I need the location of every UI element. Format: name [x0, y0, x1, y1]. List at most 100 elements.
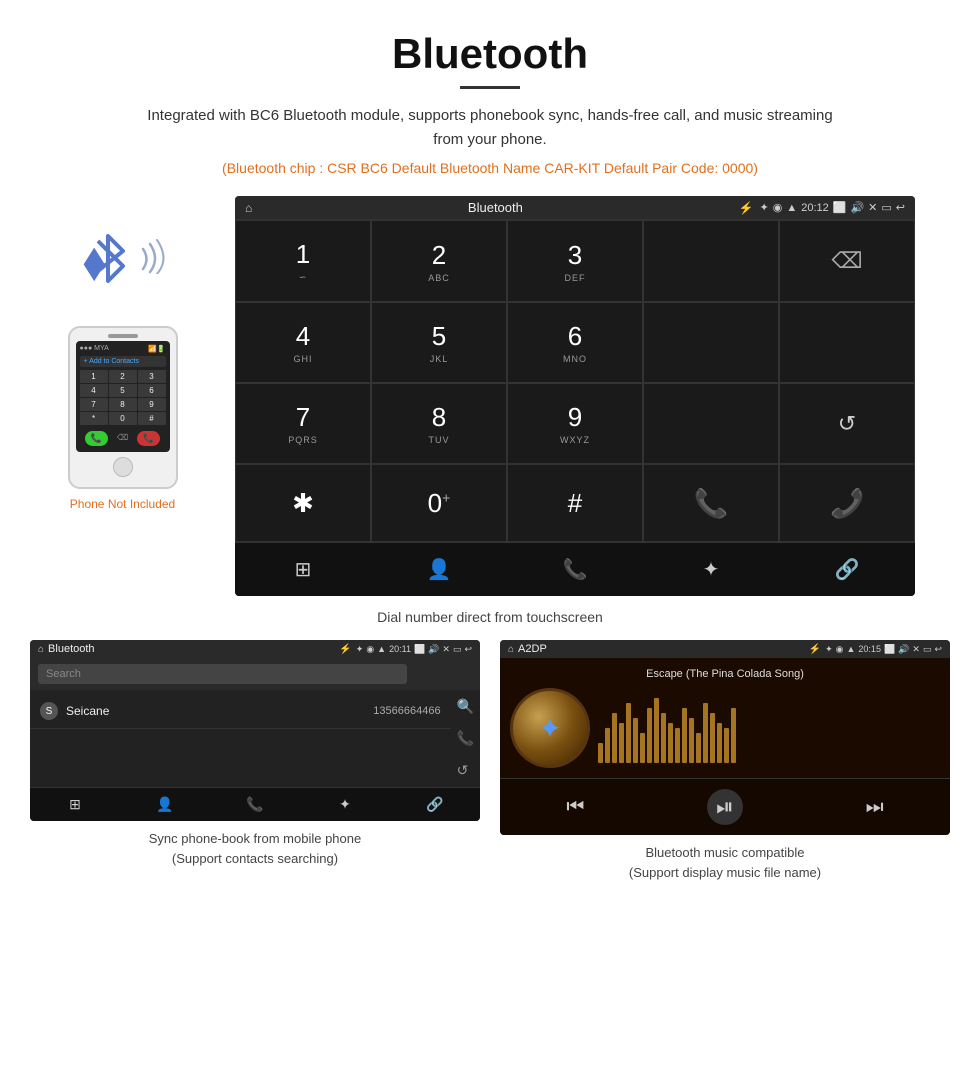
pb-close-icon: ✕	[442, 644, 450, 655]
dial-key-star[interactable]: ✱	[235, 464, 371, 542]
dial-empty-3	[779, 302, 915, 383]
nav-phone-icon[interactable]: 📞	[507, 543, 643, 596]
phone-home-button	[113, 457, 133, 477]
bottom-screens: ⌂ Bluetooth ⚡ ✦ ◉ ▲ 20:11 ⬜ 🔊 ✕ ▭ ↩	[0, 640, 980, 902]
music-window-icon: ▭	[923, 644, 932, 655]
status-volume-icon: 🔊	[850, 201, 864, 214]
music-visual-area: ✦	[510, 688, 940, 768]
phone-time: 📶🔋	[148, 345, 165, 353]
music-next-button[interactable]: ⏭	[866, 796, 884, 819]
music-play-button[interactable]: ⏯	[707, 789, 743, 825]
dial-backspace[interactable]: ⌫	[779, 220, 915, 302]
pb-gps-icon: ◉	[366, 644, 374, 655]
pb-nav-contacts-icon[interactable]: 👤	[120, 788, 210, 821]
dial-key-5[interactable]: 5 JKL	[371, 302, 507, 383]
music-visualizer	[598, 693, 940, 763]
music-screen-container: ⌂ A2DP ⚡ ✦ ◉ ▲ 20:15 ⬜ 🔊 ✕ ▭ ↩ Escape (T…	[500, 640, 950, 835]
main-section: ⬧ ●●● MYA 📶🔋 + Add to Contacts	[0, 186, 980, 601]
nav-bluetooth-icon[interactable]: ✦	[643, 543, 779, 596]
nav-contacts-icon[interactable]: 👤	[371, 543, 507, 596]
wifi-waves-icon	[138, 234, 168, 281]
dial-bottom-nav: ⊞ 👤 📞 ✦ 🔗	[235, 542, 915, 596]
phone-speaker	[108, 334, 138, 338]
music-usb-icon: ⚡	[809, 644, 821, 655]
dial-key-9[interactable]: 9 WXYZ	[507, 383, 643, 464]
viz-bar	[682, 708, 687, 763]
music-home-icon: ⌂	[508, 644, 514, 655]
phone-key-hash: #	[138, 412, 166, 425]
title-divider	[460, 86, 520, 89]
phone-key-6: 6	[138, 384, 166, 397]
music-time: 20:15	[858, 644, 881, 655]
pb-bt-icon: ✦	[356, 644, 364, 655]
status-close-icon: ✕	[868, 201, 877, 214]
dial-key-1[interactable]: 1 ∽	[235, 220, 371, 302]
music-caption: Bluetooth music compatible (Support disp…	[629, 843, 821, 882]
status-usb-icon: ⚡	[739, 201, 754, 215]
pb-status-title: Bluetooth	[48, 643, 335, 655]
pb-nav-apps-icon[interactable]: ⊞	[30, 788, 120, 821]
status-back-icon: ↩	[896, 201, 905, 214]
music-prev-button[interactable]: ⏮	[566, 796, 584, 819]
phonebook-search-bar: Search	[30, 658, 480, 690]
phonebook-list: S Seicane 13566664466	[30, 690, 451, 787]
dial-reload[interactable]: ↺	[779, 383, 915, 464]
pb-back-icon: ↩	[464, 644, 472, 655]
phonebook-screen: ⌂ Bluetooth ⚡ ✦ ◉ ▲ 20:11 ⬜ 🔊 ✕ ▭ ↩	[30, 640, 480, 821]
dial-key-0[interactable]: 0+	[371, 464, 507, 542]
music-status-title: A2DP	[518, 643, 805, 655]
phone-key-5: 5	[109, 384, 137, 397]
music-back-icon: ↩	[934, 644, 942, 655]
dial-call-red[interactable]: 📞	[779, 464, 915, 542]
pb-search-icon[interactable]: 🔍	[457, 698, 474, 715]
dial-key-2[interactable]: 2 ABC	[371, 220, 507, 302]
viz-bar	[696, 733, 701, 763]
viz-bar	[717, 723, 722, 763]
phone-call-button: 📞	[85, 431, 108, 446]
pb-home-icon: ⌂	[38, 644, 44, 655]
dial-key-hash[interactable]: #	[507, 464, 643, 542]
status-time: 20:12	[801, 202, 829, 214]
phone-key-8: 8	[109, 398, 137, 411]
phone-status-icons: ●●● MYA	[80, 345, 109, 353]
contact-item[interactable]: S Seicane 13566664466	[30, 694, 451, 729]
nav-link-icon[interactable]: 🔗	[779, 543, 915, 596]
dial-key-3[interactable]: 3 DEF	[507, 220, 643, 302]
viz-bar	[689, 718, 694, 763]
dial-key-6[interactable]: 6 MNO	[507, 302, 643, 383]
dial-key-8[interactable]: 8 TUV	[371, 383, 507, 464]
viz-bar	[619, 723, 624, 763]
pb-volume-icon: 🔊	[428, 644, 439, 655]
dial-caption: Dial number direct from touchscreen	[0, 609, 980, 625]
pb-window-icon: ▭	[453, 644, 462, 655]
contact-avatar: S	[40, 702, 58, 720]
dial-key-4[interactable]: 4 GHI	[235, 302, 371, 383]
phone-key-0: 0	[109, 412, 137, 425]
phone-numpad: 1 2 3 4 5 6 7 8 9 * 0 #	[80, 370, 166, 425]
phone-key-1: 1	[80, 370, 108, 383]
status-bt-icon: ✦	[760, 201, 769, 214]
pb-camera-icon: ⬜	[414, 644, 425, 655]
phone-device: ●●● MYA 📶🔋 + Add to Contacts 1 2 3 4 5 6…	[68, 326, 178, 489]
viz-bar	[640, 733, 645, 763]
music-camera-icon: ⬜	[884, 644, 895, 655]
phonebook-caption: Sync phone-book from mobile phone (Suppo…	[149, 829, 361, 868]
pb-nav-bt-icon[interactable]: ✦	[300, 788, 390, 821]
pb-nav-phone-icon[interactable]: 📞	[210, 788, 300, 821]
dial-key-7[interactable]: 7 PQRS	[235, 383, 371, 464]
phone-key-3: 3	[138, 370, 166, 383]
phone-bottom-buttons: 📞 ⌫ 📞	[80, 429, 166, 448]
music-volume-icon: 🔊	[898, 644, 909, 655]
viz-bar	[647, 708, 652, 763]
music-block: ⌂ A2DP ⚡ ✦ ◉ ▲ 20:15 ⬜ 🔊 ✕ ▭ ↩ Escape (T…	[500, 640, 950, 882]
pb-call-icon[interactable]: 📞	[457, 730, 474, 747]
phonebook-content: S Seicane 13566664466 🔍 📞 ↺	[30, 690, 480, 787]
search-input[interactable]: Search	[38, 664, 407, 684]
search-placeholder: Search	[46, 668, 81, 680]
nav-apps-icon[interactable]: ⊞	[235, 543, 371, 596]
dial-call-green[interactable]: 📞	[643, 464, 779, 542]
music-signal-icon: ▲	[847, 644, 856, 655]
pb-reload-icon[interactable]: ↺	[457, 762, 474, 779]
phone-key-9: 9	[138, 398, 166, 411]
pb-nav-link-icon[interactable]: 🔗	[390, 788, 480, 821]
